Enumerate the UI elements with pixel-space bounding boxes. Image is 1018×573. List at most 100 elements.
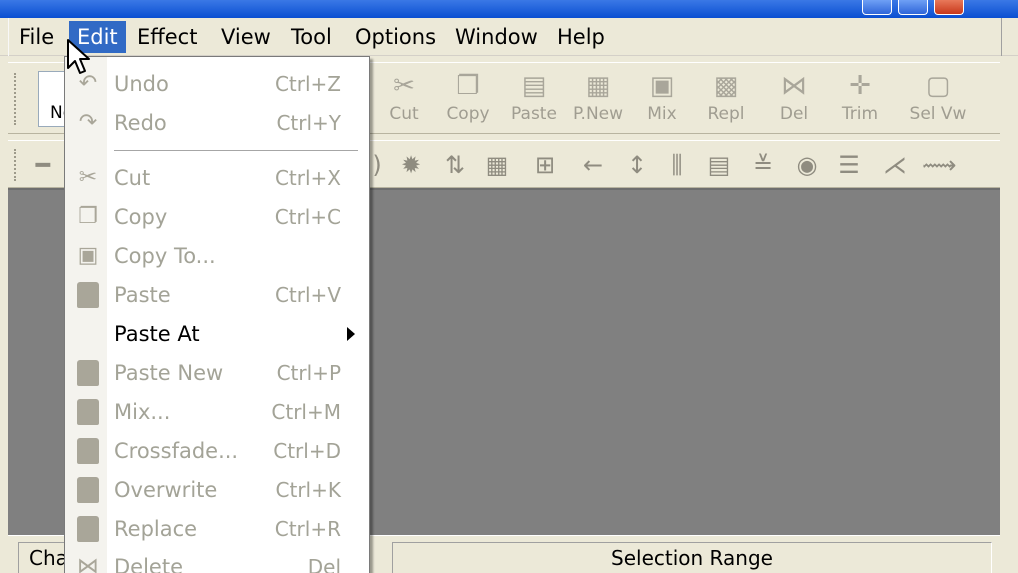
menu-item-label: Cut: [114, 166, 151, 190]
compress-icon[interactable]: ⊞: [528, 149, 562, 181]
toolbar-trim-button[interactable]: ✛ Trim: [828, 69, 892, 129]
menu-item-label: Delete: [114, 555, 183, 573]
replace-icon: ▩: [713, 71, 739, 101]
menu-bar: File Edit Effect View Tool Options Windo…: [0, 18, 1018, 56]
menu-item-label: Copy: [114, 205, 168, 229]
menu-view[interactable]: View: [213, 21, 279, 53]
channel-icon[interactable]: ≚: [746, 149, 780, 181]
menu-item-replace[interactable]: Replace Ctrl+R: [65, 510, 369, 549]
toolbar-grip[interactable]: [14, 149, 18, 181]
toolbar-replace-label: Repl: [707, 104, 745, 124]
reverse-icon[interactable]: ←: [576, 149, 610, 181]
noise-reduction-icon[interactable]: ⟿: [922, 149, 956, 181]
redo-icon: ↷: [78, 110, 98, 135]
menu-effect[interactable]: Effect: [129, 21, 205, 53]
toolbar-cut-button[interactable]: ✂ Cut: [372, 69, 436, 129]
mono-stereo-icon[interactable]: ▤: [702, 149, 736, 181]
menu-item-label: Mix...: [114, 400, 171, 424]
menu-item-label: Paste At: [114, 322, 200, 346]
menu-item-shortcut: Ctrl+K: [275, 478, 341, 502]
toolbar-paste-button[interactable]: ▤ Paste: [502, 69, 566, 129]
maximize-button[interactable]: [898, 0, 928, 15]
overwrite-icon: [73, 476, 103, 504]
toolbar-mix-label: Mix: [647, 104, 677, 124]
copy-icon: ❐: [456, 71, 480, 101]
menu-item-shortcut: Ctrl+Y: [276, 111, 341, 135]
mouse-cursor-icon: [67, 39, 90, 74]
menu-tool[interactable]: Tool: [283, 21, 340, 53]
pitch-icon[interactable]: ↕: [620, 149, 654, 181]
delete-icon: ⋈: [781, 71, 807, 101]
paste-new-icon: ▦: [585, 71, 611, 101]
crossfade-icon: [73, 437, 103, 465]
toolbar-paste-new-label: P.New: [572, 104, 624, 124]
menu-item-label: Redo: [114, 111, 167, 135]
gear-icon[interactable]: ✹: [394, 149, 428, 181]
menu-item-mix[interactable]: Mix... Ctrl+M: [65, 393, 369, 432]
menu-item-shortcut: Ctrl+D: [273, 439, 341, 463]
menu-item-shortcut: Ctrl+C: [274, 205, 341, 229]
toolbar-grip[interactable]: [14, 73, 18, 125]
menu-item-label: Replace: [114, 517, 198, 541]
paste-new-icon: [73, 359, 103, 387]
menu-item-shortcut: Ctrl+X: [274, 166, 341, 190]
settings-sliders-icon[interactable]: ☰: [832, 149, 866, 181]
toolbar-trim-label: Trim: [841, 104, 879, 124]
menu-item-label: Copy To...: [114, 244, 216, 268]
menu-item-undo[interactable]: ↶ Undo Ctrl+Z: [65, 65, 369, 104]
menu-item-paste-at[interactable]: Paste At: [65, 315, 369, 354]
menu-item-copy[interactable]: ❐ Copy Ctrl+C: [65, 198, 369, 237]
paste-icon: ▤: [521, 71, 547, 101]
eye-icon[interactable]: ◉: [790, 149, 824, 181]
menu-item-cut[interactable]: ✂ Cut Ctrl+X: [65, 159, 369, 198]
menu-item-label: Paste New: [114, 361, 224, 385]
menu-item-label: Undo: [114, 72, 169, 96]
menu-item-label: Crossfade...: [114, 439, 239, 463]
mix-icon: [73, 398, 103, 426]
normalize-icon[interactable]: ⇅: [438, 149, 472, 181]
toolbar-cut-label: Cut: [389, 104, 419, 124]
copy-icon: ❐: [78, 204, 98, 229]
menu-item-shortcut: Del: [307, 555, 341, 573]
toolbar-delete-label: Del: [779, 104, 809, 124]
toolbar-delete-button[interactable]: ⋈ Del: [762, 69, 826, 129]
status-channel-cell: Cha: [18, 542, 70, 573]
minimize-button[interactable]: [862, 0, 892, 15]
menu-item-paste[interactable]: Paste Ctrl+V: [65, 276, 369, 315]
toolbar-paste-label: Paste: [511, 104, 557, 124]
equalizer-grid-icon[interactable]: ▦: [480, 149, 514, 181]
edit-menu-dropdown: ↶ Undo Ctrl+Z ↷ Redo Ctrl+Y ✂ Cut Ctrl+X…: [64, 56, 370, 573]
toolbar-copy-button[interactable]: ❐ Copy: [436, 69, 500, 129]
submenu-arrow-icon: [347, 327, 355, 341]
menu-item-delete[interactable]: ⋈ Delete Del: [65, 548, 369, 573]
menu-separator: [114, 150, 358, 152]
sparkle-icon[interactable]: ⋌: [878, 149, 912, 181]
select-view-icon: ▢: [925, 71, 951, 101]
mix-icon: ▣: [649, 71, 675, 101]
menu-item-shortcut: Ctrl+R: [274, 517, 341, 541]
menu-item-overwrite[interactable]: Overwrite Ctrl+K: [65, 471, 369, 510]
close-button[interactable]: [934, 0, 964, 15]
toolbar-select-view-button[interactable]: ▢ Sel Vw: [906, 69, 970, 129]
menu-item-shortcut: Ctrl+M: [271, 400, 341, 424]
paste-icon: [73, 281, 103, 309]
copy-to-icon: ▣: [77, 243, 99, 268]
toolbar-mix-button[interactable]: ▣ Mix: [630, 69, 694, 129]
menu-item-paste-new[interactable]: Paste New Ctrl+P: [65, 354, 369, 393]
title-bar: [0, 0, 1018, 18]
menu-item-redo[interactable]: ↷ Redo Ctrl+Y: [65, 104, 369, 143]
menu-item-crossfade[interactable]: Crossfade... Ctrl+D: [65, 432, 369, 471]
delete-icon: ⋈: [77, 554, 99, 573]
menu-item-label: Overwrite: [114, 478, 218, 502]
menu-item-label: Paste: [114, 283, 171, 307]
menu-item-copy-to[interactable]: ▣ Copy To...: [65, 237, 369, 276]
toolbar-replace-button[interactable]: ▩ Repl: [694, 69, 758, 129]
toolbar-paste-new-button[interactable]: ▦ P.New: [566, 69, 630, 129]
mixer-icon[interactable]: ⫼: [660, 149, 694, 181]
line-tool-icon[interactable]: ━: [26, 149, 60, 181]
menu-help[interactable]: Help: [549, 21, 613, 53]
menu-window[interactable]: Window: [447, 21, 546, 53]
menu-item-shortcut: Ctrl+Z: [274, 72, 341, 96]
menu-file[interactable]: File: [11, 21, 62, 53]
menu-options[interactable]: Options: [347, 21, 444, 53]
